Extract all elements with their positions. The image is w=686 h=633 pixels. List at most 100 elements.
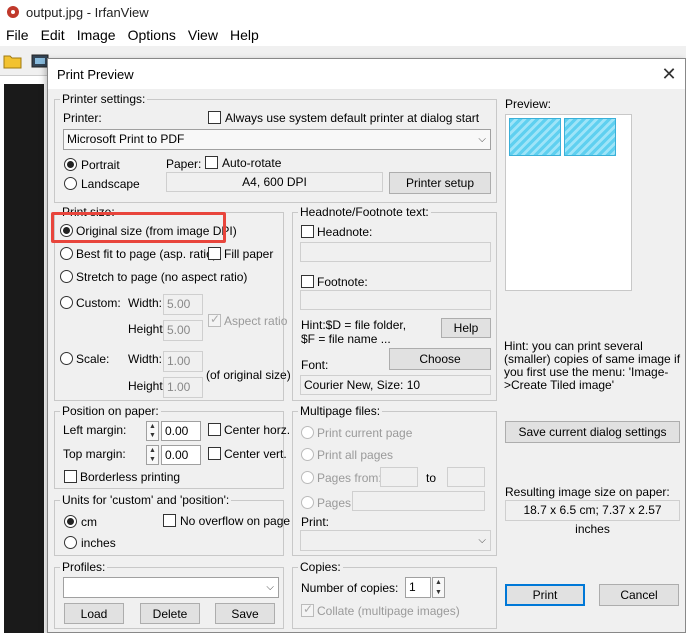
scale-radio[interactable] <box>60 352 73 365</box>
inches-radio[interactable] <box>64 536 77 549</box>
print-current-page-radio[interactable] <box>301 426 314 439</box>
center-horz-checkbox[interactable] <box>208 423 221 436</box>
paper-field: A4, 600 DPI <box>166 172 383 192</box>
units-label: Units for 'custom' and 'position': <box>60 493 232 507</box>
tiled-hint: Hint: you can print several (smaller) co… <box>504 339 681 392</box>
app-titlebar: output.jpg - IrfanView <box>0 0 686 24</box>
aspect-ratio-label: Aspect ratio <box>224 314 288 328</box>
cancel-button[interactable]: Cancel <box>599 584 679 606</box>
profiles-label: Profiles: <box>60 560 108 574</box>
aspect-ratio-checkbox[interactable] <box>208 312 221 327</box>
printer-setup-button[interactable]: Printer setup <box>389 172 491 194</box>
center-vert-checkbox[interactable] <box>208 447 221 460</box>
scale-height-label: Height: <box>128 379 167 393</box>
scale-width-input[interactable]: 1.00 <box>163 351 203 372</box>
pages-input[interactable] <box>352 491 485 511</box>
hint-line2: $F = file name ... <box>301 332 391 346</box>
auto-rotate-label: Auto-rotate <box>222 156 282 170</box>
center-vert-label: Center vert. <box>224 447 287 461</box>
stretch-label: Stretch to page (no aspect ratio) <box>76 270 248 284</box>
close-icon[interactable]: ✕ <box>658 64 680 84</box>
custom-width-input[interactable]: 5.00 <box>163 294 203 315</box>
print-button[interactable]: Print <box>505 584 585 606</box>
scale-label: Scale: <box>76 352 110 366</box>
fill-paper-label: Fill paper <box>224 247 274 261</box>
custom-label: Custom: <box>76 296 121 310</box>
always-default-label: Always use system default printer at dia… <box>225 111 480 125</box>
of-original-label: (of original size) <box>206 368 291 382</box>
auto-rotate-checkbox[interactable] <box>205 156 218 169</box>
profiles-select[interactable]: ⌵ <box>63 577 279 598</box>
pages-radio[interactable] <box>301 496 314 509</box>
copies-input[interactable]: 1 <box>405 577 431 598</box>
pages-to-input[interactable] <box>447 467 485 487</box>
delete-button[interactable]: Delete <box>140 603 200 624</box>
fill-paper-checkbox[interactable] <box>208 247 221 260</box>
cm-radio[interactable] <box>64 515 77 528</box>
preview-label: Preview: <box>505 97 552 111</box>
print-all-pages-radio[interactable] <box>301 448 314 461</box>
custom-height-input[interactable]: 5.00 <box>163 320 203 341</box>
pages-label: Pages: <box>317 496 355 510</box>
copies-spinner[interactable]: ▲ ▼ <box>432 577 445 598</box>
chevron-down-icon: ⌵ <box>266 582 274 593</box>
pages-from-radio[interactable] <box>301 471 314 484</box>
headnote-group-label: Headnote/Footnote text: <box>298 205 431 219</box>
always-default-checkbox[interactable] <box>208 111 221 124</box>
custom-height-label: Height: <box>128 322 167 336</box>
printer-settings-label: Printer settings: <box>60 92 148 106</box>
footnote-input[interactable] <box>300 290 491 310</box>
image-area <box>4 84 44 633</box>
save-settings-button[interactable]: Save current dialog settings <box>505 421 680 443</box>
paper-label: Paper: <box>166 157 202 171</box>
no-overflow-checkbox[interactable] <box>163 514 176 527</box>
portrait-label: Portrait <box>81 158 120 172</box>
top-margin-input[interactable]: 0.00 <box>161 445 201 465</box>
highlight-box <box>51 212 226 243</box>
left-margin-input[interactable]: 0.00 <box>161 421 201 441</box>
save-profile-button[interactable]: Save <box>215 603 275 624</box>
print-label: Print: <box>301 515 330 529</box>
stretch-radio[interactable] <box>60 270 73 283</box>
center-horz-label: Center horz. <box>224 423 291 437</box>
chevron-down-icon: ⌵ <box>478 134 486 145</box>
menu-edit[interactable]: Edit <box>41 27 65 43</box>
custom-radio[interactable] <box>60 296 73 309</box>
headnote-label: Headnote: <box>317 225 373 239</box>
printer-label: Printer: <box>63 111 102 125</box>
pages-from-input[interactable] <box>380 467 418 487</box>
borderless-checkbox[interactable] <box>64 470 77 483</box>
top-margin-spinner[interactable]: ▲ ▼ <box>146 445 159 465</box>
scale-height-input[interactable]: 1.00 <box>163 377 203 398</box>
open-folder-icon[interactable] <box>3 52 23 70</box>
dialog-titlebar: Print Preview ✕ <box>48 59 685 89</box>
headnote-input[interactable] <box>300 242 491 262</box>
menu-help[interactable]: Help <box>230 27 259 43</box>
borderless-label: Borderless printing <box>80 470 181 484</box>
collate-checkbox[interactable] <box>301 602 314 617</box>
number-of-copies-label: Number of copies: <box>301 581 399 595</box>
cm-label: cm <box>81 515 97 529</box>
chevron-down-icon: ⌵ <box>478 535 486 546</box>
print-pages-select[interactable]: ⌵ <box>300 530 491 551</box>
landscape-radio[interactable] <box>64 177 77 190</box>
inches-label: inches <box>81 536 116 550</box>
choose-font-button[interactable]: Choose <box>389 348 491 370</box>
printer-select[interactable]: Microsoft Print to PDF ⌵ <box>63 129 491 150</box>
scale-width-label: Width: <box>128 352 163 366</box>
help-button[interactable]: Help <box>441 318 491 338</box>
menu-file[interactable]: File <box>6 27 29 43</box>
left-margin-label: Left margin: <box>63 423 127 437</box>
portrait-radio[interactable] <box>64 158 77 171</box>
footnote-checkbox[interactable] <box>301 275 314 288</box>
multipage-group-label: Multipage files: <box>298 404 383 418</box>
best-fit-radio[interactable] <box>60 247 73 260</box>
copies-group-label: Copies: <box>298 560 343 574</box>
left-margin-spinner[interactable]: ▲ ▼ <box>146 421 159 441</box>
headnote-checkbox[interactable] <box>301 225 314 238</box>
result-size-label: Resulting image size on paper: <box>505 485 670 499</box>
menu-options[interactable]: Options <box>128 27 176 43</box>
menu-image[interactable]: Image <box>77 27 116 43</box>
menu-view[interactable]: View <box>188 27 218 43</box>
load-button[interactable]: Load <box>64 603 124 624</box>
